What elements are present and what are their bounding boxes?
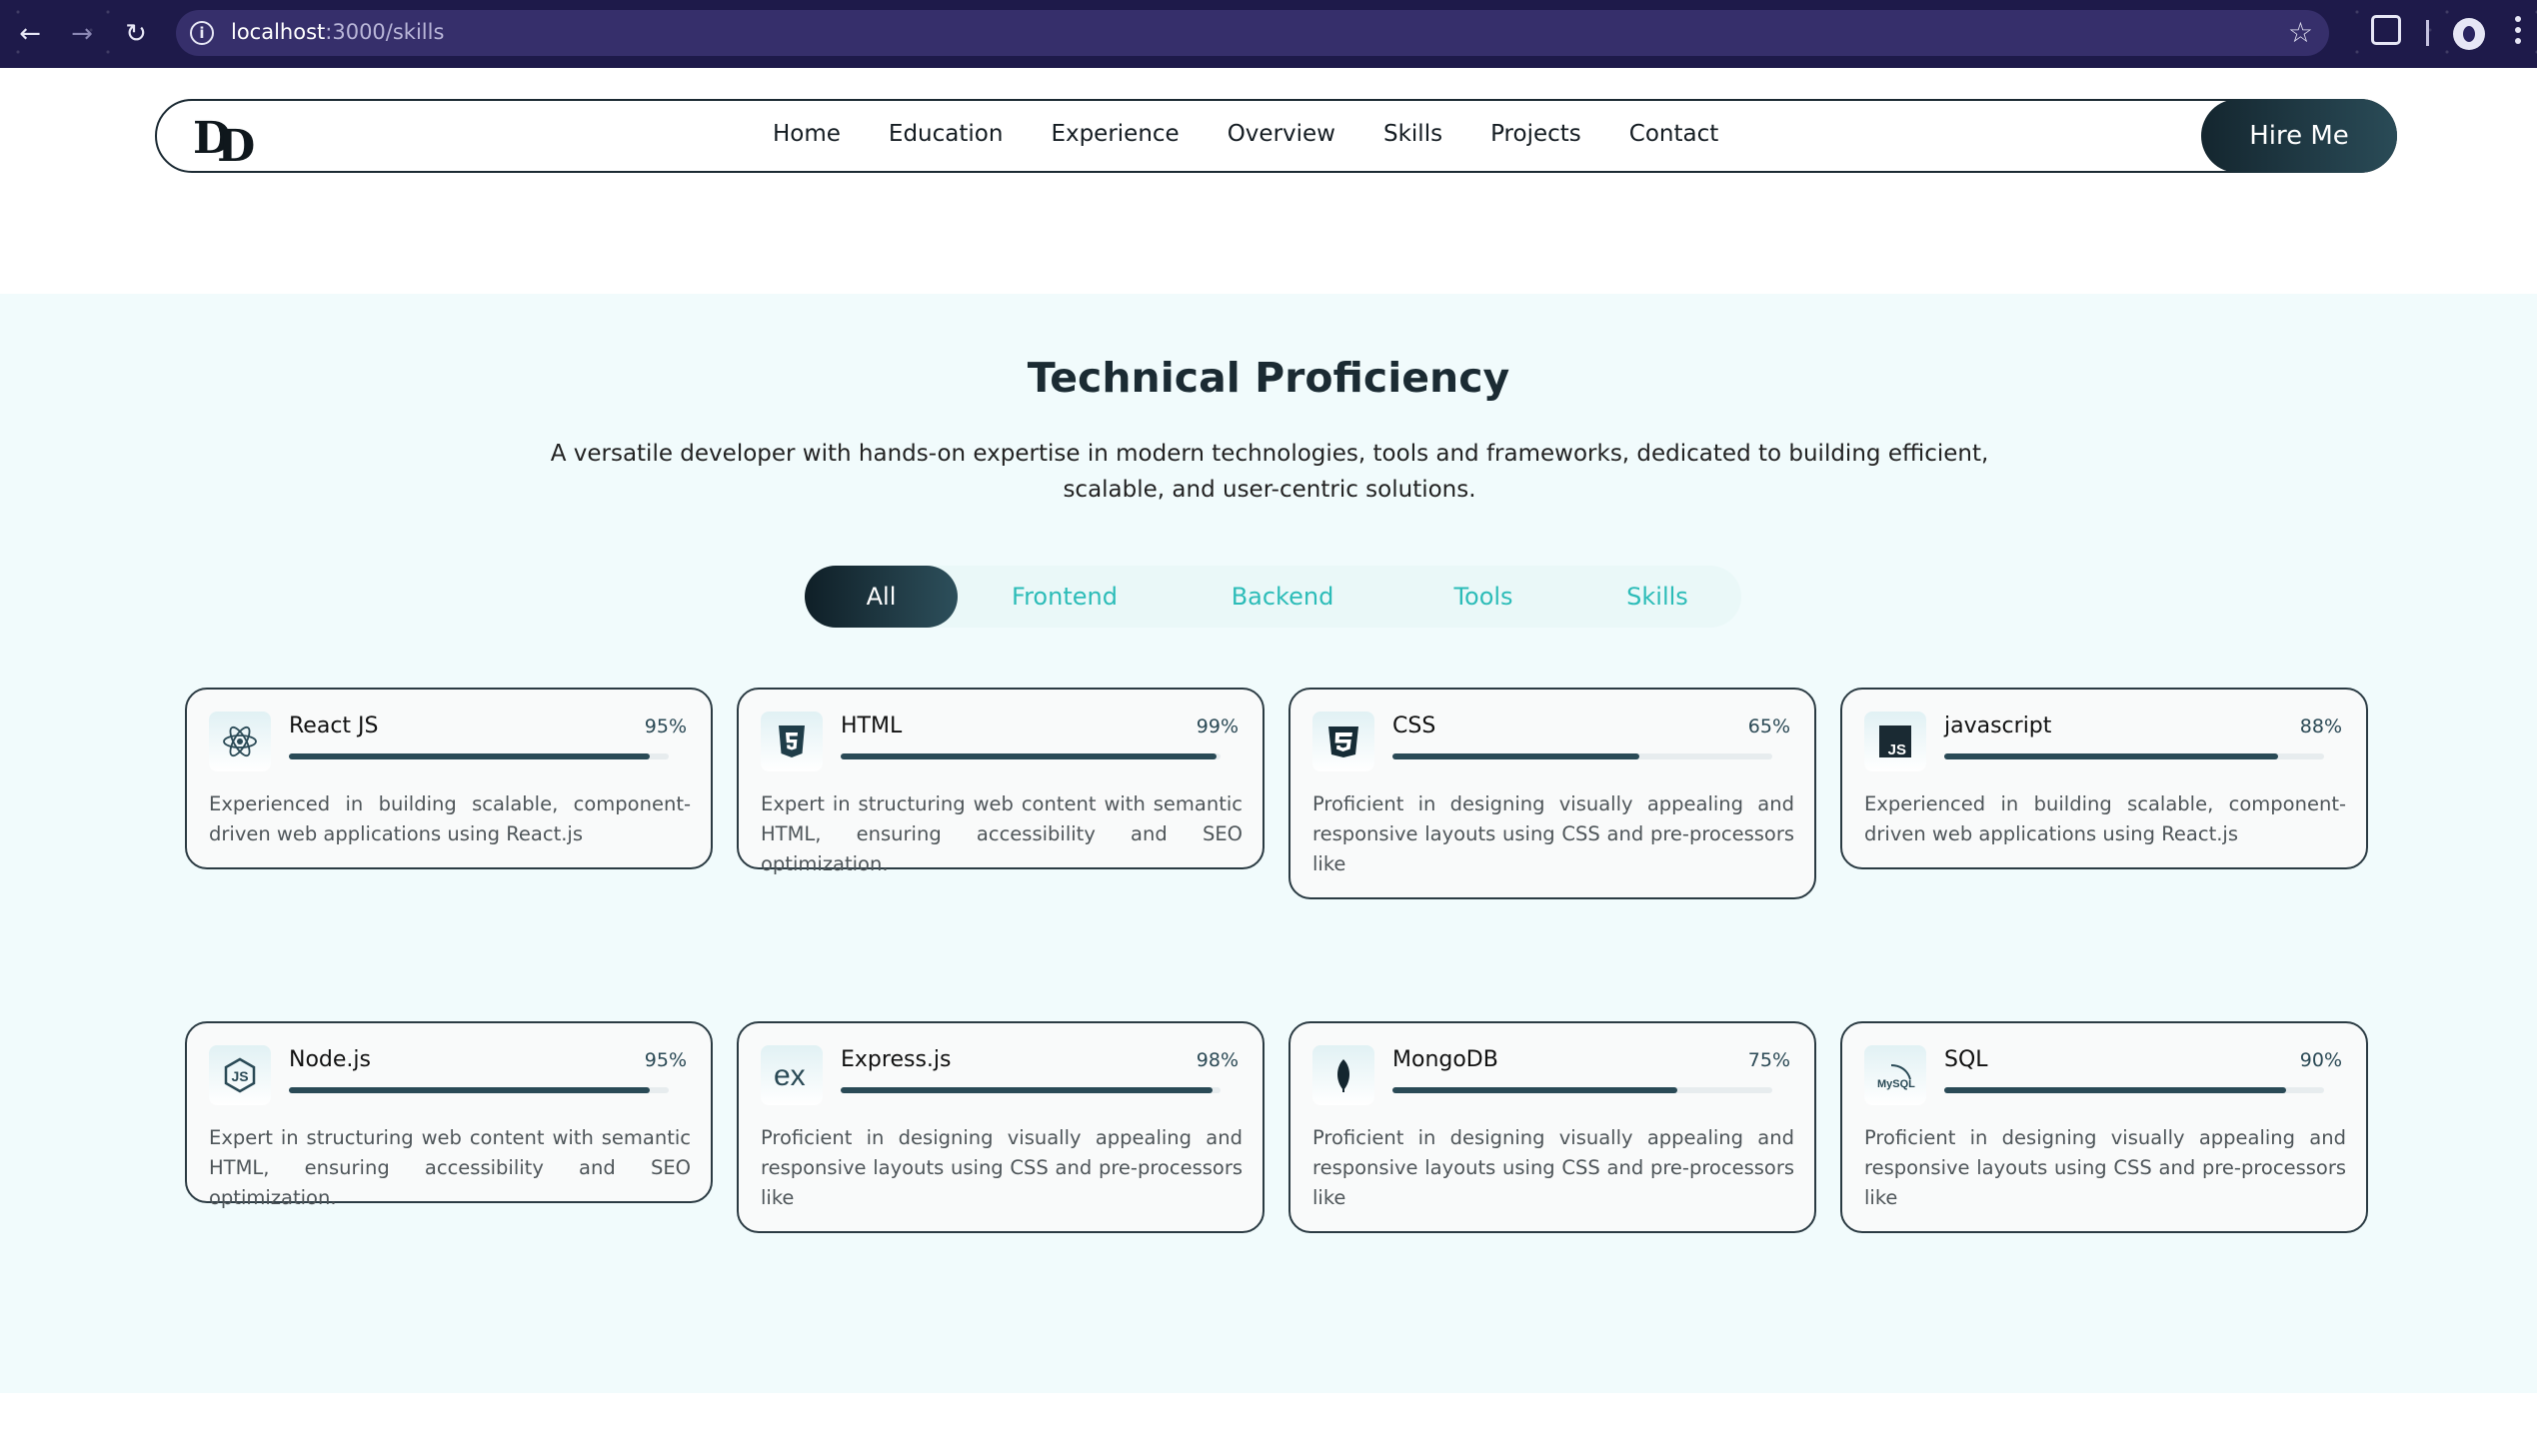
nav-link-experience[interactable]: Experience — [1051, 121, 1179, 147]
progress-bar — [841, 753, 1221, 759]
skill-card-react[interactable]: React JS 95% Experienced in building sca… — [185, 688, 713, 869]
main-menu: Home Education Experience Overview Skill… — [773, 121, 1766, 147]
progress-bar — [289, 1087, 669, 1093]
star-icon[interactable]: ☆ — [2288, 16, 2313, 49]
skill-card-css[interactable]: CSS 65% Proficient in designing visually… — [1288, 688, 1816, 899]
progress-fill — [289, 1087, 650, 1093]
progress-bar — [1392, 1087, 1772, 1093]
progress-bar — [1944, 753, 2324, 759]
kebab-menu-icon[interactable] — [2515, 16, 2521, 50]
javascript-icon: JS — [1864, 712, 1926, 771]
nav-link-home[interactable]: Home — [773, 121, 841, 147]
svg-text:JS: JS — [231, 1068, 248, 1084]
skill-name: Node.js — [289, 1047, 371, 1072]
browser-toolbar: ← → ↻ i localhost:3000/skills ☆ — [0, 0, 2537, 68]
skill-percent: 65% — [1747, 716, 1790, 737]
skill-card-javascript[interactable]: JS javascript 88% Experienced in buildin… — [1840, 688, 2368, 869]
skill-card-nodejs[interactable]: JS Node.js 95% Expert in structuring web… — [185, 1021, 713, 1209]
skill-percent: 98% — [1196, 1049, 1239, 1071]
site-header: DD Home Education Experience Overview Sk… — [155, 99, 2397, 173]
skill-percent: 95% — [644, 716, 687, 737]
profile-avatar-icon[interactable] — [2453, 18, 2485, 50]
nav-link-projects[interactable]: Projects — [1490, 121, 1581, 147]
skill-card-sql[interactable]: MySQL SQL 90% Proficient in designing vi… — [1840, 1021, 2368, 1233]
skill-name: SQL — [1944, 1047, 1988, 1072]
skill-card-expressjs[interactable]: ex Express.js 98% Proficient in designin… — [737, 1021, 1265, 1233]
toolbar-divider — [2426, 20, 2429, 46]
progress-fill — [1944, 1087, 2286, 1093]
skill-name: HTML — [841, 714, 903, 738]
progress-fill — [289, 753, 650, 759]
url-text: localhost:3000/skills — [231, 20, 445, 44]
mysql-icon: MySQL — [1864, 1045, 1926, 1105]
logo[interactable]: DD — [193, 113, 255, 172]
express-icon-text: ex — [774, 1059, 806, 1092]
skill-description: Experienced in building scalable, compon… — [1864, 792, 2346, 845]
hire-me-button[interactable]: Hire Me — [2201, 99, 2397, 173]
extensions-icon[interactable] — [2371, 15, 2401, 45]
progress-bar — [289, 753, 669, 759]
nav-link-education[interactable]: Education — [889, 121, 1004, 147]
nav-link-contact[interactable]: Contact — [1629, 121, 1718, 147]
skill-description: Proficient in designing visually appeali… — [1312, 792, 1794, 875]
mysql-icon-text: MySQL — [1877, 1078, 1915, 1090]
skills-section: Technical Proficiency A versatile develo… — [0, 294, 2537, 1393]
progress-fill — [841, 1087, 1214, 1093]
nav-link-skills[interactable]: Skills — [1383, 121, 1442, 147]
address-bar[interactable]: i localhost:3000/skills ☆ — [176, 10, 2329, 56]
skill-description: Experienced in building scalable, compon… — [209, 792, 691, 845]
forward-arrow-icon[interactable]: → — [66, 18, 98, 50]
react-icon — [209, 712, 271, 771]
progress-fill — [841, 753, 1218, 759]
tab-backend[interactable]: Backend — [1172, 566, 1393, 628]
progress-fill — [1944, 753, 2279, 759]
skill-description: Proficient in designing visually appeali… — [1312, 1126, 1794, 1209]
skill-description: Expert in structuring web content with s… — [209, 1126, 691, 1209]
progress-bar — [841, 1087, 1221, 1093]
tab-skills[interactable]: Skills — [1573, 566, 1741, 628]
skill-percent: 95% — [644, 1049, 687, 1071]
skill-name: MongoDB — [1392, 1047, 1498, 1072]
skill-card-mongodb[interactable]: MongoDB 75% Proficient in designing visu… — [1288, 1021, 1816, 1233]
mongodb-icon — [1312, 1045, 1374, 1105]
skill-name: Express.js — [841, 1047, 952, 1072]
progress-bar — [1392, 753, 1772, 759]
skill-description: Expert in structuring web content with s… — [761, 792, 1243, 875]
tab-frontend[interactable]: Frontend — [958, 566, 1172, 628]
skill-percent: 75% — [1747, 1049, 1790, 1071]
skill-name: CSS — [1392, 714, 1436, 738]
css3-icon — [1312, 712, 1374, 771]
html5-icon — [761, 712, 823, 771]
info-icon[interactable]: i — [190, 21, 214, 45]
skill-percent: 88% — [2299, 716, 2342, 737]
progress-fill — [1392, 1087, 1677, 1093]
progress-fill — [1392, 753, 1639, 759]
skill-name: React JS — [289, 714, 379, 738]
express-icon: ex — [761, 1045, 823, 1105]
skill-percent: 90% — [2299, 1049, 2342, 1071]
section-title: Technical Proficiency — [1027, 354, 1510, 402]
skill-description: Proficient in designing visually appeali… — [1864, 1126, 2346, 1209]
nodejs-icon: JS — [209, 1045, 271, 1105]
section-subtitle: A versatile developer with hands-on expe… — [550, 441, 1989, 503]
skill-name: javascript — [1944, 714, 2052, 738]
progress-bar — [1944, 1087, 2324, 1093]
skill-card-html[interactable]: HTML 99% Expert in structuring web conte… — [737, 688, 1265, 875]
skill-percent: 99% — [1196, 716, 1239, 737]
category-tabs: All Frontend Backend Tools Skills — [805, 566, 1741, 628]
nav-link-overview[interactable]: Overview — [1228, 121, 1335, 147]
tab-all[interactable]: All — [805, 566, 958, 628]
reload-icon[interactable]: ↻ — [120, 18, 152, 50]
js-icon-text: JS — [1888, 741, 1906, 758]
skill-description: Proficient in designing visually appeali… — [761, 1126, 1243, 1209]
tab-tools[interactable]: Tools — [1393, 566, 1573, 628]
back-arrow-icon[interactable]: ← — [14, 18, 46, 50]
